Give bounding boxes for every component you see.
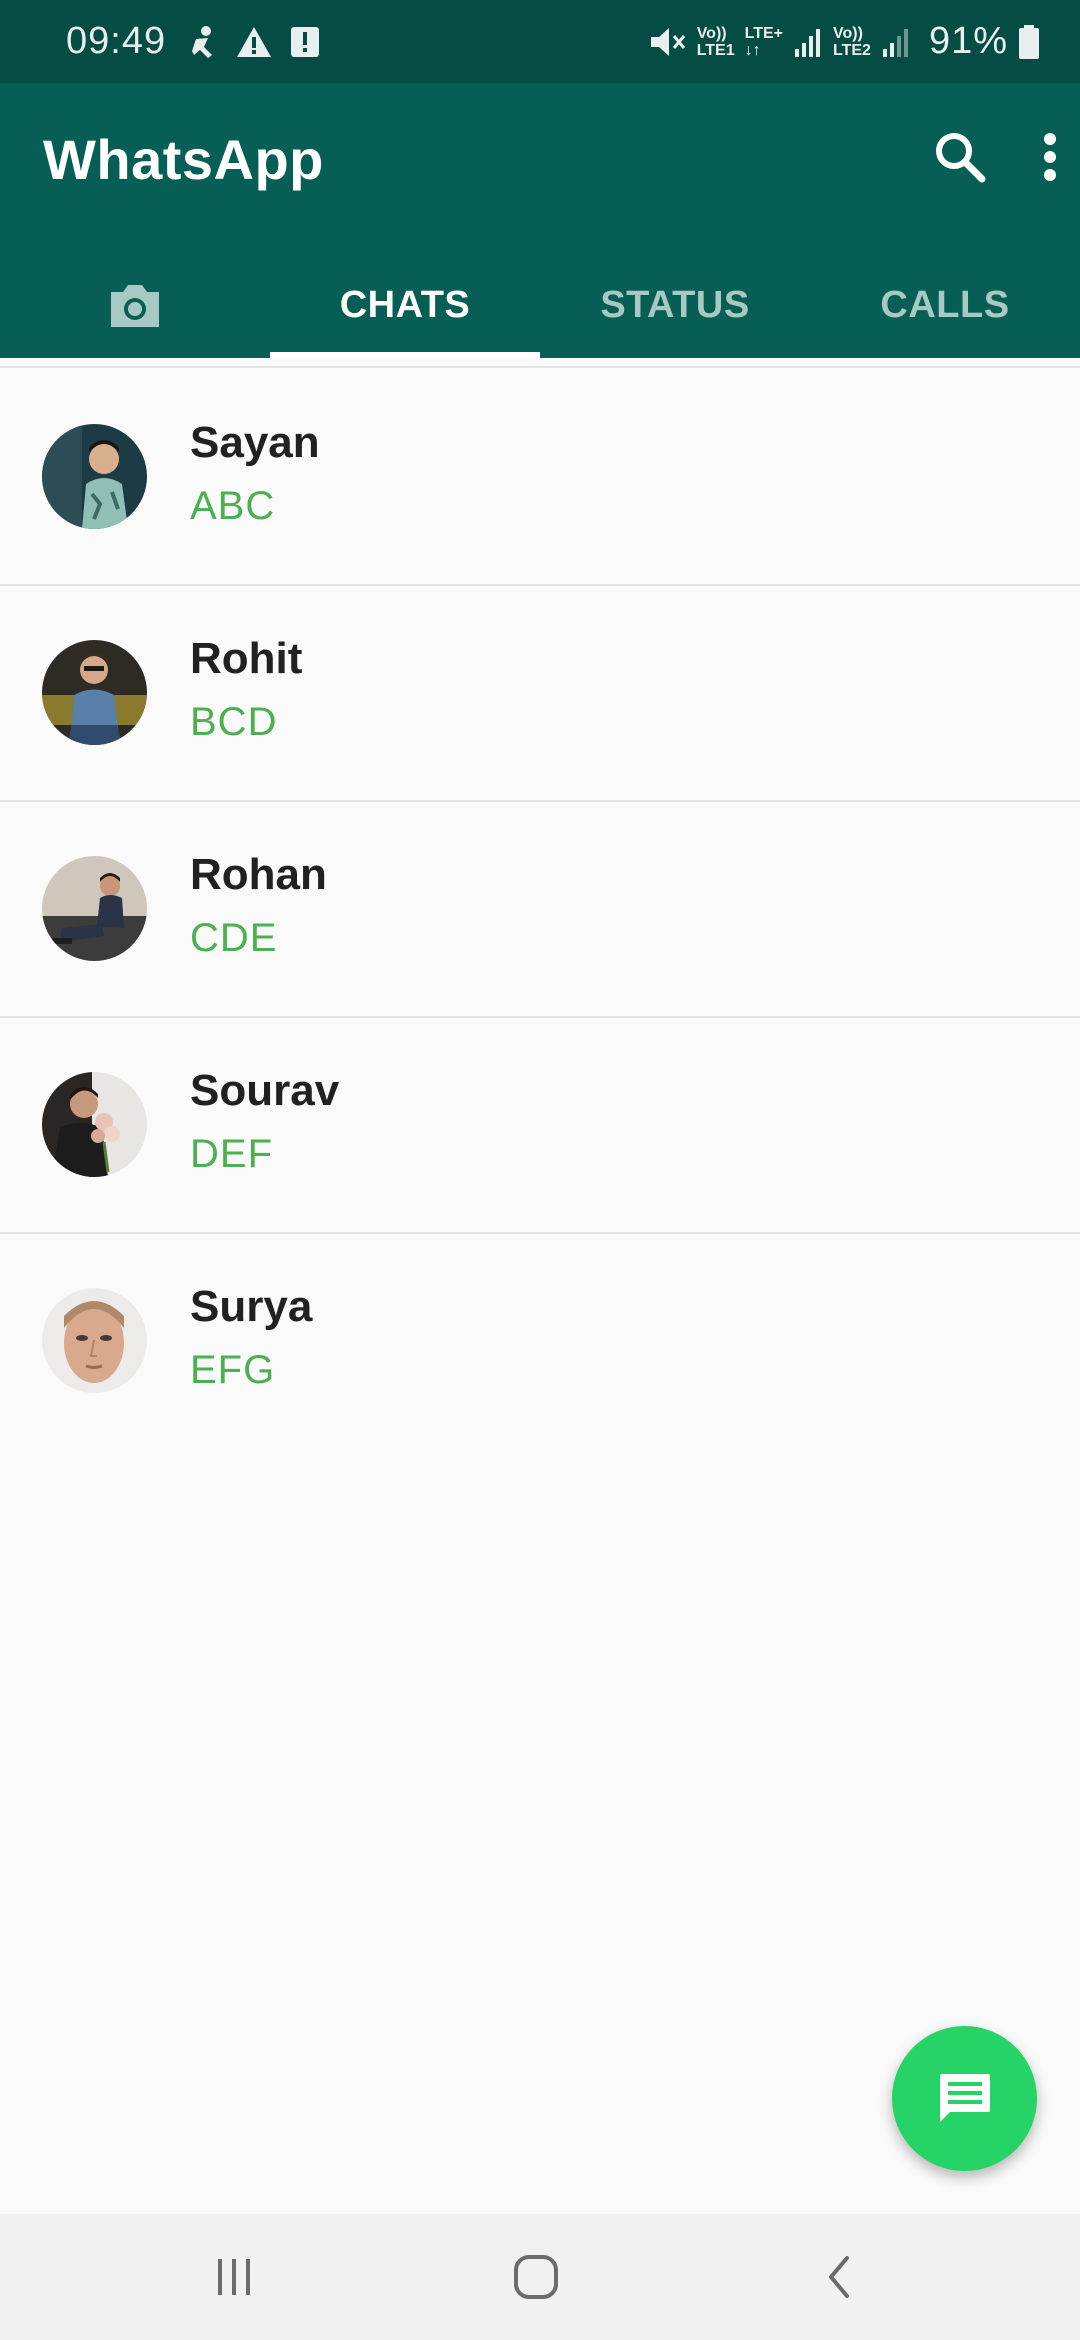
chat-row[interactable]: Sourav DEF <box>0 1018 1080 1234</box>
chat-row[interactable]: Sayan ABC <box>0 370 1080 586</box>
status-time: 09:49 <box>66 20 167 62</box>
app-title: WhatsApp <box>43 128 324 191</box>
data-indicator: LTE+ ↓↑ <box>744 24 783 59</box>
new-chat-button[interactable] <box>892 2026 1037 2171</box>
battery-percent: 91% <box>928 20 1008 62</box>
sim2-volte: Vo)) LTE2 <box>833 24 871 59</box>
chat-last-message: BCD <box>190 700 278 744</box>
back-icon <box>829 2256 849 2298</box>
alert-box-icon <box>291 26 320 57</box>
avatar[interactable] <box>42 640 147 745</box>
avatar[interactable] <box>42 424 147 529</box>
camera-icon <box>111 284 159 327</box>
accessibility-icon <box>192 25 213 58</box>
home-button[interactable] <box>501 2242 571 2312</box>
chat-row[interactable]: Rohan CDE <box>0 802 1080 1018</box>
chat-name: Sayan <box>190 418 320 467</box>
chat-name: Surya <box>190 1282 313 1331</box>
tab-status-label: STATUS <box>600 284 750 326</box>
avatar-photo <box>42 856 147 961</box>
chat-last-message: ABC <box>190 484 276 528</box>
chat-name: Sourav <box>190 1066 340 1115</box>
tab-status[interactable]: STATUS <box>540 253 810 358</box>
tab-calls-label: CALLS <box>880 284 1010 326</box>
recent-apps-button[interactable] <box>199 2242 269 2312</box>
new-chat-icon <box>939 2073 990 2122</box>
divider <box>0 366 1080 368</box>
battery-icon <box>1019 24 1039 59</box>
navigation-bar <box>0 2214 1080 2340</box>
tab-indicator <box>270 352 540 358</box>
chat-row[interactable]: Rohit BCD <box>0 586 1080 802</box>
mute-icon <box>650 27 685 56</box>
warning-icon <box>237 26 272 57</box>
avatar[interactable] <box>42 856 147 961</box>
status-bar: 09:49 Vo)) LTE1 LTE+ ↓↑ Vo)) LTE2 91% <box>0 0 1080 83</box>
more-vert-icon <box>1044 133 1056 181</box>
chat-name: Rohit <box>190 634 303 683</box>
search-button[interactable] <box>930 127 990 187</box>
app-bar: WhatsApp CHATS STATUS CALLS <box>0 83 1080 358</box>
tab-chats-label: CHATS <box>339 284 471 326</box>
tab-bar: CHATS STATUS CALLS <box>0 253 1080 358</box>
avatar-photo <box>42 1072 147 1177</box>
chat-list: Sayan ABC Rohit BCD Rohan CDE Sourav DEF… <box>0 370 1080 1450</box>
chat-last-message: EFG <box>190 1348 276 1392</box>
home-icon <box>514 2255 558 2299</box>
tab-camera[interactable] <box>0 253 270 358</box>
signal-icon <box>795 28 820 57</box>
more-options-button[interactable] <box>1030 127 1070 187</box>
sim1-volte: Vo)) LTE1 <box>696 24 735 59</box>
chat-row[interactable]: Surya EFG <box>0 1234 1080 1450</box>
avatar-photo <box>42 1288 147 1393</box>
avatar[interactable] <box>42 1072 147 1177</box>
search-icon <box>936 133 986 183</box>
tab-calls[interactable]: CALLS <box>810 253 1080 358</box>
chat-name: Rohan <box>190 850 327 899</box>
chat-last-message: CDE <box>190 916 278 960</box>
chat-last-message: DEF <box>190 1132 273 1176</box>
tab-chats[interactable]: CHATS <box>270 253 540 358</box>
back-button[interactable] <box>804 2242 874 2312</box>
avatar-photo <box>42 424 147 529</box>
signal-icon <box>882 28 908 57</box>
avatar[interactable] <box>42 1288 147 1393</box>
avatar-photo <box>42 640 147 745</box>
recent-apps-icon <box>218 2259 250 2295</box>
